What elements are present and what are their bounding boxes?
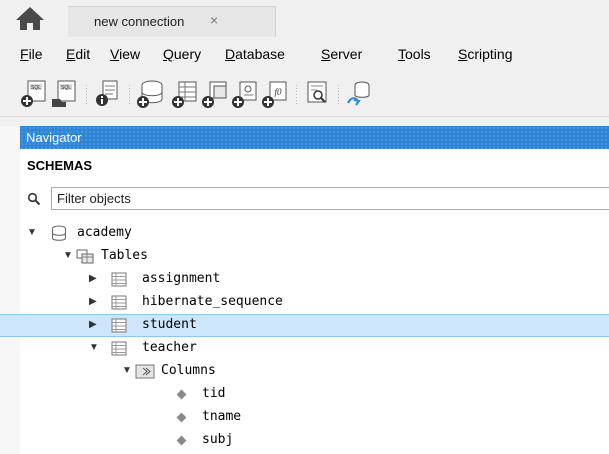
expand-toggle-icon[interactable]: ▼ bbox=[27, 227, 37, 238]
reconnect-icon[interactable] bbox=[345, 79, 373, 109]
expand-toggle-icon[interactable]: ▶ bbox=[89, 319, 97, 330]
inspector-icon[interactable] bbox=[93, 79, 121, 109]
column-name: tid bbox=[202, 386, 226, 401]
tree-node-table[interactable]: ▼ teacher bbox=[0, 337, 609, 360]
menu-edit[interactable]: Edit bbox=[66, 46, 90, 62]
tables-folder-icon bbox=[76, 249, 94, 264]
database-icon bbox=[52, 225, 66, 241]
column-name: tname bbox=[202, 409, 242, 424]
tree-node-table[interactable]: ▶ hibernate_sequence bbox=[0, 291, 609, 314]
connection-tab[interactable]: new connection × bbox=[68, 6, 276, 37]
navigator-title: Navigator bbox=[26, 130, 82, 145]
toolbar-gap bbox=[0, 117, 609, 126]
tree-node-columns[interactable]: ▼ Columns bbox=[0, 360, 609, 383]
column-diamond-icon bbox=[176, 389, 187, 400]
toolbar-separator bbox=[86, 85, 87, 105]
new-sql-tab-icon[interactable]: SQL bbox=[20, 79, 48, 109]
toolbar-separator bbox=[296, 85, 297, 105]
table-icon bbox=[111, 341, 127, 356]
create-function-icon[interactable]: f0 bbox=[261, 79, 289, 109]
svg-text:SQL: SQL bbox=[61, 85, 71, 91]
table-icon bbox=[111, 295, 127, 310]
menu-file[interactable]: File bbox=[20, 46, 43, 62]
toolbar: SQL SQL f0 bbox=[0, 73, 609, 117]
create-table-icon[interactable] bbox=[171, 79, 199, 109]
expand-toggle-icon[interactable]: ▼ bbox=[122, 365, 132, 376]
tree-node-column[interactable]: subj bbox=[0, 429, 609, 452]
toolbar-separator bbox=[129, 85, 130, 105]
column-diamond-icon bbox=[176, 412, 187, 423]
create-schema-icon[interactable] bbox=[136, 79, 164, 109]
schema-name: academy bbox=[77, 225, 132, 240]
expand-toggle-icon[interactable]: ▼ bbox=[63, 250, 73, 261]
table-name: assignment bbox=[142, 271, 221, 286]
create-view-icon[interactable] bbox=[201, 79, 229, 109]
home-icon[interactable] bbox=[14, 4, 46, 32]
tree-node-tables[interactable]: ▼ Tables bbox=[0, 245, 609, 268]
expand-toggle-icon[interactable]: ▶ bbox=[89, 273, 97, 284]
menu-tools[interactable]: Tools bbox=[398, 46, 431, 62]
table-name: hibernate_sequence bbox=[142, 294, 283, 309]
search-table-data-icon[interactable] bbox=[303, 79, 331, 109]
tree-node-academy[interactable]: ▼ academy bbox=[0, 222, 609, 245]
tree-node-table-selected[interactable]: ▶ student bbox=[0, 314, 609, 337]
tab-bar: new connection × bbox=[0, 0, 609, 37]
tab-title: new connection bbox=[94, 14, 185, 29]
column-diamond-icon bbox=[176, 435, 187, 446]
column-name: subj bbox=[202, 432, 234, 447]
tree-node-column[interactable]: tid bbox=[0, 383, 609, 406]
table-icon bbox=[111, 272, 127, 287]
create-procedure-icon[interactable] bbox=[231, 79, 259, 109]
filter-objects-input[interactable] bbox=[51, 187, 609, 210]
table-name: teacher bbox=[142, 340, 197, 355]
svg-text:f0: f0 bbox=[274, 87, 282, 97]
menu-server[interactable]: Server bbox=[321, 46, 362, 62]
menu-database[interactable]: Database bbox=[225, 46, 285, 62]
menu-query[interactable]: Query bbox=[163, 46, 201, 62]
tree-node-table[interactable]: ▶ assignment bbox=[0, 268, 609, 291]
expand-toggle-icon[interactable]: ▶ bbox=[89, 296, 97, 307]
columns-label: Columns bbox=[161, 363, 216, 378]
table-icon bbox=[111, 318, 127, 333]
menu-view[interactable]: View bbox=[110, 46, 140, 62]
toolbar-separator bbox=[338, 85, 339, 105]
tables-label: Tables bbox=[101, 248, 148, 263]
expand-toggle-icon[interactable]: ▼ bbox=[89, 342, 99, 353]
menu-scripting[interactable]: Scripting bbox=[458, 46, 512, 62]
menu-bar: File Edit View Query Database Server Too… bbox=[0, 37, 609, 73]
schemas-heading: SCHEMAS bbox=[27, 158, 93, 173]
navigator-header: Navigator bbox=[20, 126, 609, 149]
svg-text:SQL: SQL bbox=[31, 85, 41, 91]
tree-node-column[interactable]: tname bbox=[0, 406, 609, 429]
search-icon bbox=[27, 192, 41, 206]
table-name: student bbox=[142, 317, 197, 332]
close-icon[interactable]: × bbox=[210, 12, 218, 28]
open-sql-script-icon[interactable]: SQL bbox=[50, 79, 78, 109]
columns-folder-icon bbox=[135, 364, 155, 379]
